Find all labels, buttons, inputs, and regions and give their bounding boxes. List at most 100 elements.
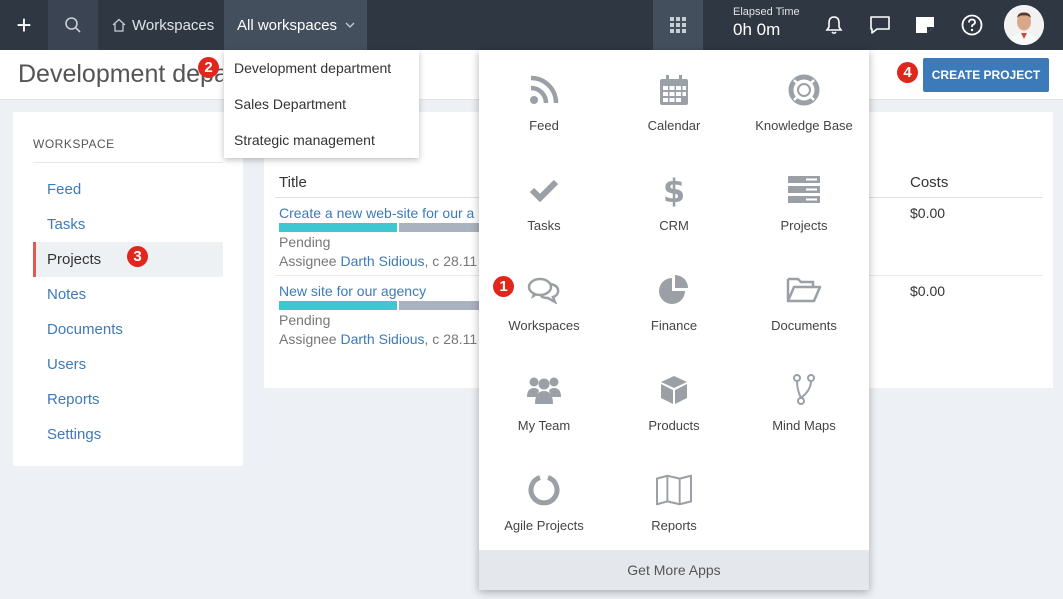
app-calendar[interactable]: Calendar	[609, 50, 739, 150]
workspace-option[interactable]: Strategic management	[224, 122, 419, 158]
add-button[interactable]: +	[0, 0, 48, 50]
app-documents[interactable]: Documents	[739, 250, 869, 350]
assignee-link[interactable]: Darth Sidious	[340, 253, 424, 269]
assignee-date: , c 28.11	[424, 331, 478, 347]
column-header-costs: Costs	[910, 174, 949, 191]
annotation-badge: 2	[198, 57, 219, 78]
app-mind-maps[interactable]: Mind Maps	[739, 350, 869, 450]
project-progress-bar	[279, 301, 479, 310]
chat-icon	[870, 16, 890, 34]
app-label: CRM	[659, 218, 689, 233]
user-photo-icon	[1004, 5, 1044, 45]
help-icon	[961, 14, 983, 36]
progress-fill	[279, 301, 399, 310]
chat-bubbles-icon	[526, 272, 562, 308]
sidebar-item-settings[interactable]: Settings	[33, 417, 223, 452]
branch-icon	[786, 372, 822, 408]
messages-button[interactable]	[862, 0, 898, 50]
workspaces-nav[interactable]: Workspaces	[98, 0, 224, 50]
app-feed[interactable]: Feed	[479, 50, 609, 150]
elapsed-time-label: Elapsed Time	[733, 6, 800, 18]
apps-button[interactable]	[653, 0, 703, 50]
workspaces-label: Workspaces	[132, 16, 215, 34]
project-title-link[interactable]: New site for our agency	[279, 283, 426, 299]
note-icon	[916, 17, 934, 33]
app-knowledge-base[interactable]: Knowledge Base	[739, 50, 869, 150]
sidebar-item-tasks[interactable]: Tasks	[33, 207, 223, 242]
page-title: Development department	[18, 60, 223, 88]
column-header-title: Title	[279, 174, 307, 191]
project-title-link[interactable]: Create a new web-site for our a	[279, 205, 474, 221]
project-assignee: Assignee Darth Sidious, c 28.11	[279, 331, 477, 347]
app-label: Products	[648, 418, 700, 433]
sidebar-item-documents[interactable]: Documents	[33, 312, 223, 347]
workspaces-dropdown-menu: Development department Sales Department …	[224, 50, 419, 158]
notifications-button[interactable]	[816, 0, 852, 50]
sidebar-item-users[interactable]: Users	[33, 347, 223, 382]
app-crm[interactable]: $ CRM	[609, 150, 739, 250]
sidebar-title: WORKSPACE	[33, 137, 115, 151]
app-finance[interactable]: Finance	[609, 250, 739, 350]
project-cost: $0.00	[910, 283, 946, 299]
app-label: Mind Maps	[772, 418, 836, 433]
circle-ring-icon	[526, 472, 562, 508]
map-icon	[656, 472, 692, 508]
search-icon	[65, 17, 81, 33]
rss-icon	[526, 72, 562, 108]
app-label: Knowledge Base	[755, 118, 853, 133]
app-projects[interactable]: Projects	[739, 150, 869, 250]
bell-icon	[825, 16, 843, 35]
app-label: Calendar	[647, 118, 701, 133]
annotation-badge: 4	[897, 62, 918, 83]
app-tasks[interactable]: Tasks	[479, 150, 609, 250]
app-workspaces[interactable]: Workspaces	[479, 250, 609, 350]
progress-fill	[279, 223, 399, 232]
all-workspaces-label: All workspaces	[237, 16, 338, 34]
assignee-prefix: Assignee	[279, 253, 337, 269]
create-project-button[interactable]: CREATE PROJECT	[923, 58, 1049, 92]
app-label: Feed	[529, 118, 559, 133]
app-agile-projects[interactable]: Agile Projects	[479, 450, 609, 550]
calendar-icon	[656, 72, 692, 108]
project-status: Pending	[279, 312, 331, 328]
get-more-apps-button[interactable]: Get More Apps	[479, 550, 869, 590]
app-products[interactable]: Products	[609, 350, 739, 450]
workspace-option[interactable]: Development department	[224, 50, 419, 86]
divider	[33, 162, 223, 163]
app-my-team[interactable]: My Team	[479, 350, 609, 450]
check-icon	[526, 172, 562, 208]
help-button[interactable]	[954, 0, 990, 50]
app-reports[interactable]: Reports	[609, 450, 739, 550]
project-progress-bar	[279, 223, 479, 232]
workspace-option[interactable]: Sales Department	[224, 86, 419, 122]
assignee-date: , c 28.11	[424, 253, 478, 269]
app-label: Documents	[771, 318, 837, 333]
app-label: Reports	[651, 518, 697, 533]
sidebar-item-feed[interactable]: Feed	[33, 172, 223, 207]
top-bar: + Workspaces All workspaces Elapsed Time…	[0, 0, 1063, 50]
annotation-badge: 1	[493, 276, 514, 297]
svg-text:$: $	[663, 173, 685, 207]
project-cost: $0.00	[910, 205, 946, 221]
notes-button[interactable]	[907, 0, 943, 50]
elapsed-time[interactable]: Elapsed Time 0h 0m	[733, 6, 800, 40]
assignee-link[interactable]: Darth Sidious	[340, 331, 424, 347]
project-status: Pending	[279, 234, 331, 250]
annotation-badge: 3	[127, 246, 148, 267]
elapsed-time-value: 0h 0m	[733, 20, 781, 39]
chevron-down-icon	[345, 22, 355, 28]
app-label: Projects	[780, 218, 828, 233]
all-workspaces-dropdown[interactable]: All workspaces	[224, 0, 367, 50]
sidebar-item-notes[interactable]: Notes	[33, 277, 223, 312]
avatar[interactable]	[1004, 5, 1044, 45]
app-label: Workspaces	[508, 318, 580, 333]
app-label: My Team	[517, 418, 571, 433]
lifebuoy-icon	[786, 72, 822, 108]
team-icon	[526, 372, 562, 408]
sidebar-item-reports[interactable]: Reports	[33, 382, 223, 417]
project-assignee: Assignee Darth Sidious, c 28.11	[279, 253, 477, 269]
workspace-sidebar: WORKSPACE Feed Tasks Projects Notes Docu…	[13, 112, 243, 466]
pie-chart-icon	[656, 272, 692, 308]
search-button[interactable]	[48, 0, 98, 50]
dollar-icon: $	[656, 172, 692, 208]
